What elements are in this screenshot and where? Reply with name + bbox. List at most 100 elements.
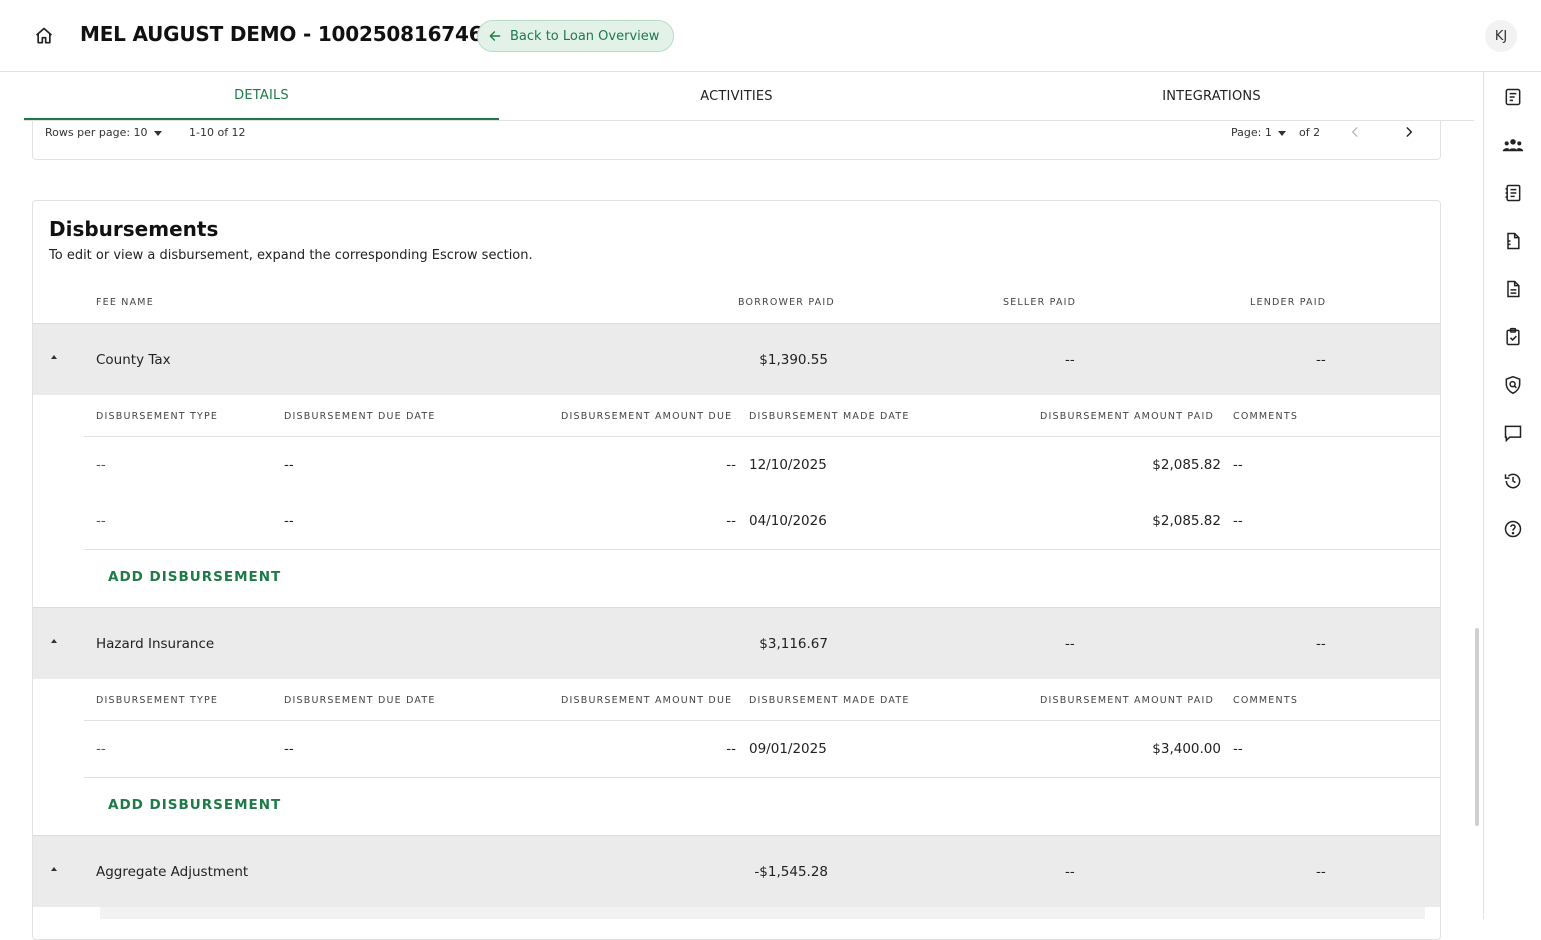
- disbursement-type[interactable]: --: [96, 513, 106, 529]
- col-amount-due: DISBURSEMENT AMOUNT DUE: [561, 411, 733, 422]
- tab-integrations[interactable]: INTEGRATIONS: [974, 72, 1449, 120]
- borrower-paid: $3,116.67: [759, 636, 828, 652]
- disbursements-title: Disbursements: [49, 217, 219, 241]
- subtable-header: DISBURSEMENT TYPE DISBURSEMENT DUE DATE …: [84, 679, 1440, 721]
- fee-name: County Tax: [96, 352, 171, 368]
- due-date: --: [284, 741, 294, 757]
- subtable-header: DISBURSEMENT TYPE DISBURSEMENT DUE DATE …: [84, 395, 1440, 437]
- lender-paid: --: [1316, 864, 1326, 880]
- disbursement-type[interactable]: --: [96, 457, 106, 473]
- disbursement-subtable: DISBURSEMENT TYPE DISBURSEMENT DUE DATE …: [84, 395, 1440, 607]
- collapse-caret-icon[interactable]: [49, 864, 59, 874]
- col-amount-paid: DISBURSEMENT AMOUNT PAID: [1040, 411, 1214, 422]
- made-date: 04/10/2026: [749, 513, 827, 529]
- due-date: --: [284, 513, 294, 529]
- chevron-right-icon: [1406, 127, 1413, 137]
- document-split-icon[interactable]: [1502, 230, 1524, 252]
- col-made-date: DISBURSEMENT MADE DATE: [749, 695, 910, 706]
- clipboard-check-icon[interactable]: [1502, 326, 1524, 348]
- back-to-loan-overview-button[interactable]: Back to Loan Overview: [477, 20, 674, 52]
- next-page-button[interactable]: [1399, 122, 1419, 142]
- col-lender-paid: LENDER PAID: [1250, 297, 1327, 308]
- page-select[interactable]: Page: 1: [1231, 126, 1288, 139]
- disbursement-subtable: DISBURSEMENT TYPE DISBURSEMENT DUE DATE …: [84, 679, 1440, 835]
- table-row[interactable]: -- -- -- 04/10/2026 $2,085.82 --: [84, 493, 1440, 549]
- right-rail: [1483, 72, 1541, 919]
- chat-icon[interactable]: [1502, 422, 1524, 444]
- add-disbursement-button[interactable]: ADD DISBURSEMENT: [108, 797, 281, 813]
- col-comments: COMMENTS: [1233, 411, 1299, 422]
- avatar[interactable]: KJ: [1485, 20, 1517, 52]
- made-date: 09/01/2025: [749, 741, 827, 757]
- caret-down-icon: [153, 130, 162, 136]
- arrow-left-icon: [489, 31, 501, 41]
- collapse-caret-icon[interactable]: [49, 352, 59, 362]
- table-row[interactable]: -- -- -- 09/01/2025 $3,400.00 --: [84, 721, 1440, 777]
- pagination-bar: Rows per page: 10 1-10 of 12 Page: 1 of …: [32, 120, 1441, 160]
- col-borrower-paid: BORROWER PAID: [738, 297, 835, 308]
- fee-row-aggregate-adjustment[interactable]: Aggregate Adjustment -$1,545.28 -- --: [33, 835, 1440, 907]
- comments: --: [1233, 513, 1243, 529]
- col-amount-paid: DISBURSEMENT AMOUNT PAID: [1040, 695, 1214, 706]
- col-disbursement-type: DISBURSEMENT TYPE: [96, 411, 219, 422]
- col-disbursement-type: DISBURSEMENT TYPE: [96, 695, 219, 706]
- subtable-footer: ADD DISBURSEMENT: [84, 777, 1440, 833]
- scrollbar-thumb[interactable]: [1475, 628, 1479, 826]
- rows-per-page-label: Rows per page: 10: [45, 126, 148, 139]
- help-icon[interactable]: [1502, 518, 1524, 540]
- lender-paid: --: [1316, 636, 1326, 652]
- collapse-caret-icon[interactable]: [49, 636, 59, 646]
- chevron-left-icon: [1351, 127, 1358, 137]
- amount-due: --: [726, 513, 736, 529]
- caret-down-icon: [1277, 130, 1286, 136]
- fee-row-county-tax[interactable]: County Tax $1,390.55 -- --: [33, 323, 1440, 395]
- borrower-paid: $1,390.55: [759, 352, 828, 368]
- disbursements-card: Disbursements To edit or view a disburse…: [32, 200, 1441, 940]
- fee-name: Aggregate Adjustment: [96, 864, 249, 880]
- made-date: 12/10/2025: [749, 457, 827, 473]
- tab-activities[interactable]: ACTIVITIES: [499, 72, 974, 120]
- fee-row-hazard-insurance[interactable]: Hazard Insurance $3,116.67 -- --: [33, 607, 1440, 679]
- col-fee-name: FEE NAME: [96, 297, 154, 308]
- history-icon[interactable]: [1502, 470, 1524, 492]
- table-row[interactable]: -- -- -- 12/10/2025 $2,085.82 --: [84, 437, 1440, 493]
- amount-paid: $2,085.82: [1152, 513, 1221, 529]
- col-due-date: DISBURSEMENT DUE DATE: [284, 695, 436, 706]
- rows-range: 1-10 of 12: [189, 126, 246, 139]
- add-disbursement-button[interactable]: ADD DISBURSEMENT: [108, 569, 281, 585]
- back-button-label: Back to Loan Overview: [510, 28, 660, 44]
- page-title: MEL AUGUST DEMO - 100250816746: [80, 22, 483, 46]
- amount-paid: $3,400.00: [1152, 741, 1221, 757]
- seller-paid: --: [1065, 636, 1075, 652]
- disbursements-subtitle: To edit or view a disbursement, expand t…: [49, 248, 533, 263]
- shield-search-icon[interactable]: [1502, 374, 1524, 396]
- seller-paid: --: [1065, 864, 1075, 880]
- ledger-icon[interactable]: [1502, 182, 1524, 204]
- due-date: --: [284, 457, 294, 473]
- home-button[interactable]: [30, 22, 58, 50]
- col-made-date: DISBURSEMENT MADE DATE: [749, 411, 910, 422]
- page-label: Page: 1: [1231, 126, 1272, 139]
- col-comments: COMMENTS: [1233, 695, 1299, 706]
- comments: --: [1233, 741, 1243, 757]
- col-due-date: DISBURSEMENT DUE DATE: [284, 411, 436, 422]
- comments: --: [1233, 457, 1243, 473]
- fee-name: Hazard Insurance: [96, 636, 215, 652]
- rows-per-page-select[interactable]: Rows per page: 10: [45, 126, 164, 139]
- borrower-paid: -$1,545.28: [754, 864, 828, 880]
- col-amount-due: DISBURSEMENT AMOUNT DUE: [561, 695, 733, 706]
- document-icon[interactable]: [1502, 278, 1524, 300]
- summary-icon[interactable]: [1502, 86, 1524, 108]
- seller-paid: --: [1065, 352, 1075, 368]
- subtable-footer: ADD DISBURSEMENT: [84, 549, 1440, 605]
- lender-paid: --: [1316, 352, 1326, 368]
- amount-due: --: [726, 457, 736, 473]
- people-icon[interactable]: [1502, 134, 1524, 156]
- tab-details[interactable]: DETAILS: [24, 72, 499, 120]
- tab-bar: DETAILS ACTIVITIES INTEGRATIONS: [24, 72, 1474, 121]
- subtable-edge: [100, 907, 1425, 919]
- disbursement-type[interactable]: --: [96, 741, 106, 757]
- amount-due: --: [726, 741, 736, 757]
- previous-page-button[interactable]: [1345, 122, 1365, 142]
- page-count: of 2: [1299, 126, 1321, 139]
